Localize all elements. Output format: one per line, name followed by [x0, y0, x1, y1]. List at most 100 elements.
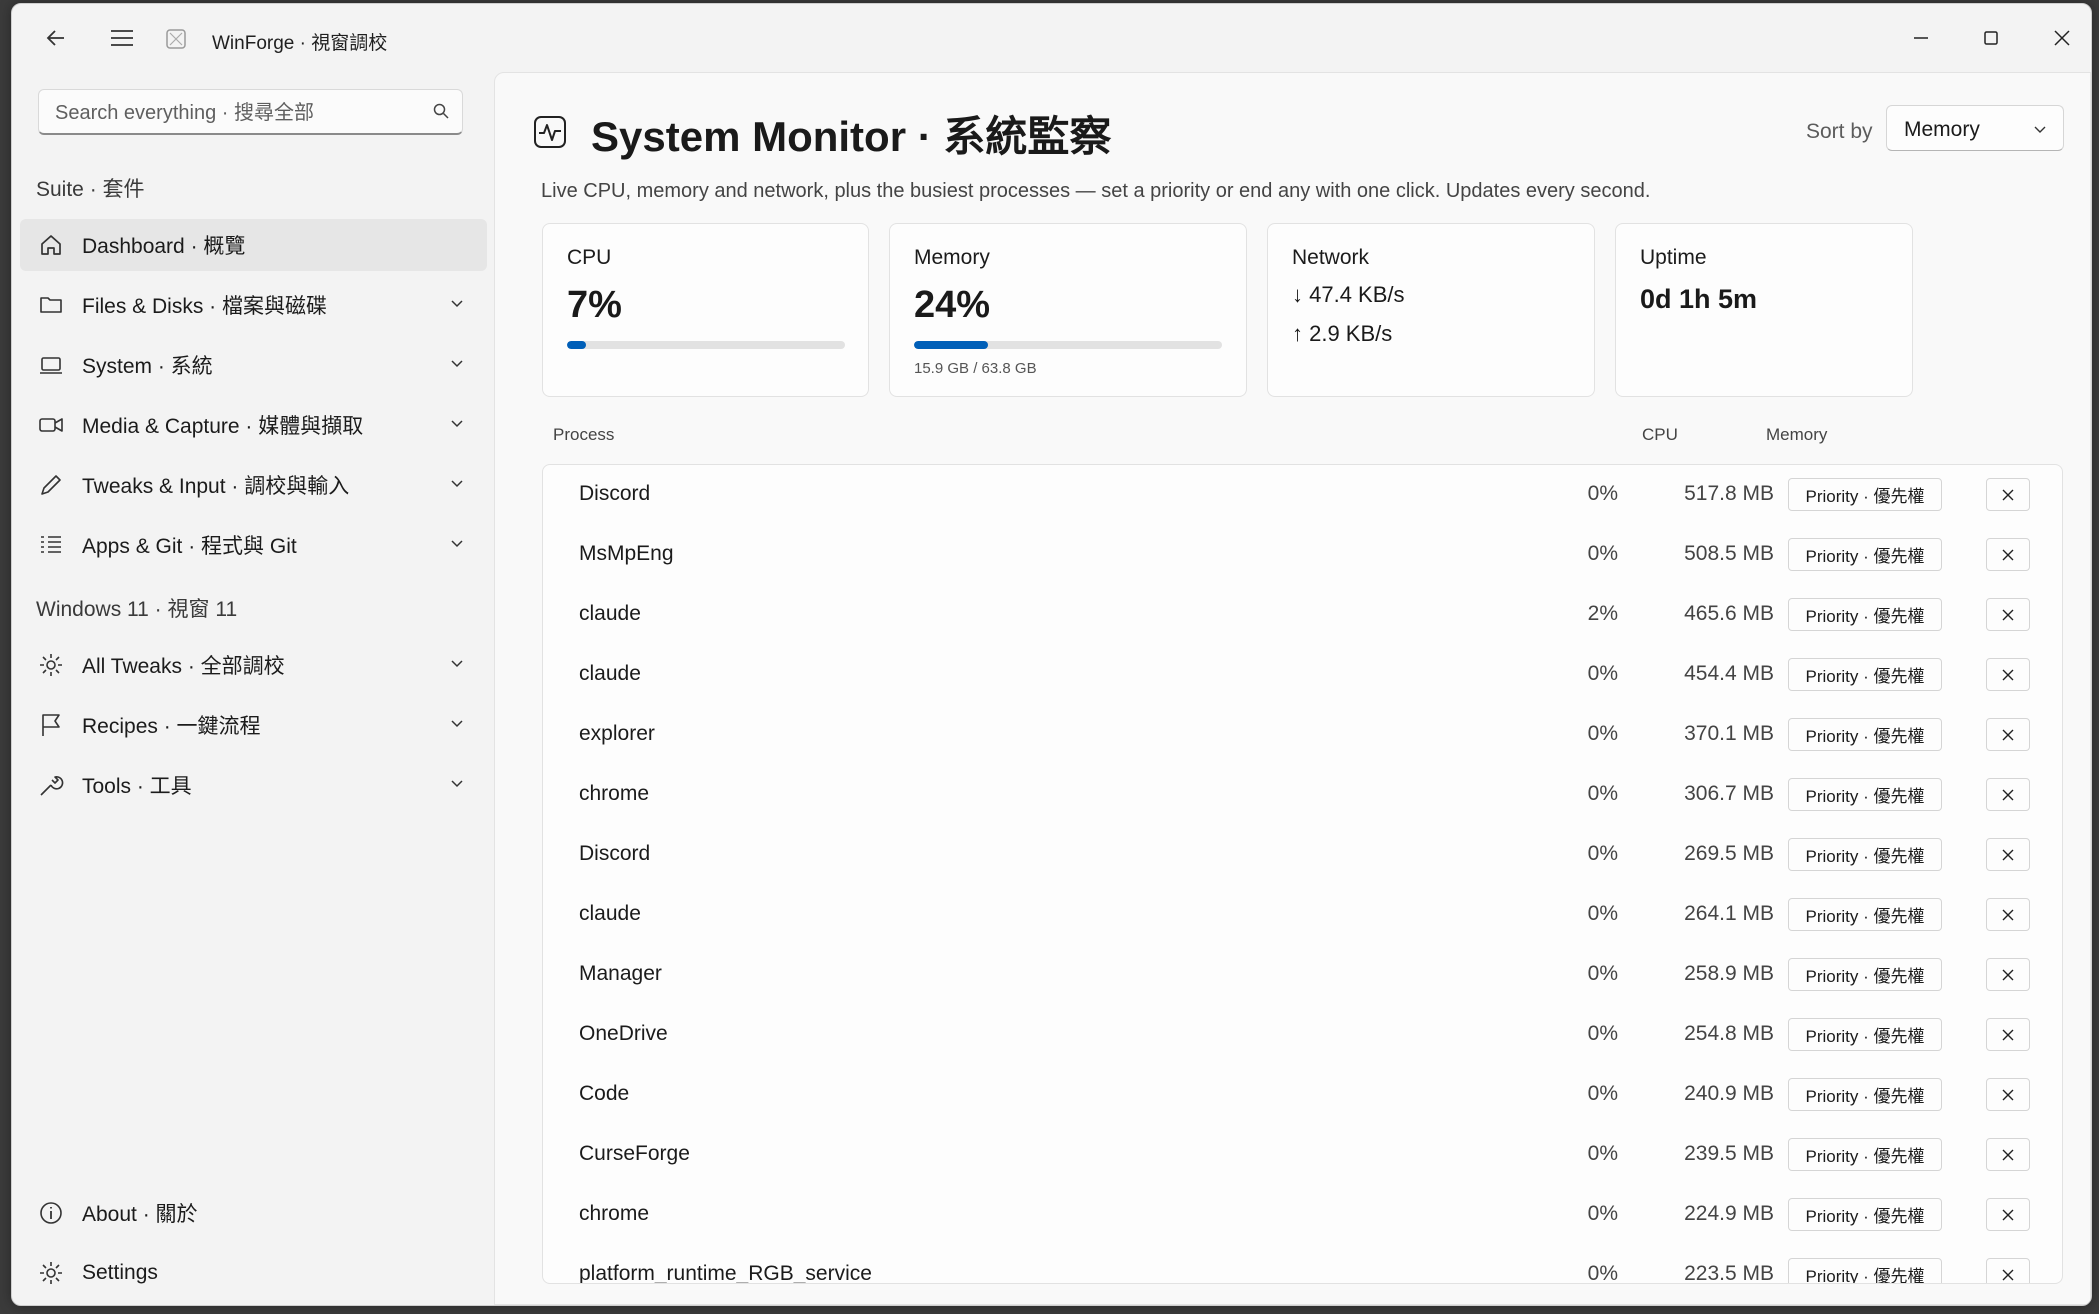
- end-process-button[interactable]: [1986, 598, 2030, 631]
- process-cpu: 0%: [1587, 1022, 1618, 1045]
- end-process-button[interactable]: [1986, 478, 2030, 511]
- table-row: Code 0% 240.9 MB Priority · 優先權: [543, 1065, 2062, 1125]
- cpu-progress-fill: [567, 341, 587, 349]
- column-header-cpu[interactable]: CPU: [1642, 425, 1678, 445]
- uptime-card-label: Uptime: [1640, 246, 1707, 269]
- sidebar-item-label: System · 系統: [82, 355, 213, 378]
- sidebar-item-system[interactable]: System · 系統: [20, 339, 487, 391]
- end-process-button[interactable]: [1986, 1078, 2030, 1111]
- priority-button[interactable]: Priority · 優先權: [1788, 1258, 1942, 1283]
- process-cpu: 0%: [1587, 482, 1618, 505]
- priority-button[interactable]: Priority · 優先權: [1788, 478, 1942, 511]
- sort-by-label: Sort by: [1806, 120, 1873, 143]
- process-name: Discord: [579, 482, 651, 505]
- chevron-down-icon: [451, 300, 463, 308]
- sidebar-item-label: Tweaks & Input · 調校與輸入: [82, 475, 350, 498]
- priority-button[interactable]: Priority · 優先權: [1788, 598, 1942, 631]
- table-row: Manager 0% 258.9 MB Priority · 優先權: [543, 945, 2062, 1005]
- hamburger-icon: [111, 30, 133, 46]
- minimize-button[interactable]: [1886, 12, 1956, 64]
- end-process-button[interactable]: [1986, 838, 2030, 871]
- uptime-card-value: 0d 1h 5m: [1640, 284, 1758, 314]
- close-icon: [2002, 1209, 2014, 1220]
- priority-button[interactable]: Priority · 優先權: [1788, 958, 1942, 991]
- sidebar-item-all-tweaks[interactable]: All Tweaks · 全部調校: [20, 639, 487, 691]
- column-header-memory[interactable]: Memory: [1766, 425, 1827, 445]
- priority-button[interactable]: Priority · 優先權: [1788, 778, 1942, 811]
- sidebar-item-tools[interactable]: Tools · 工具: [20, 759, 487, 811]
- end-process-button[interactable]: [1986, 1018, 2030, 1051]
- close-icon: [2002, 1089, 2014, 1100]
- chevron-down-icon: [451, 660, 463, 668]
- end-process-button[interactable]: [1986, 538, 2030, 571]
- sidebar-item-tweaks-input[interactable]: Tweaks & Input · 調校與輸入: [20, 459, 487, 511]
- process-cpu: 0%: [1587, 542, 1618, 565]
- chevron-down-icon: [451, 780, 463, 788]
- end-process-button[interactable]: [1986, 1198, 2030, 1231]
- sidebar-item-label: All Tweaks · 全部調校: [82, 655, 285, 678]
- priority-button[interactable]: Priority · 優先權: [1788, 838, 1942, 871]
- chevron-down-icon: [451, 540, 463, 548]
- close-window-button[interactable]: [2027, 12, 2091, 64]
- end-process-button[interactable]: [1986, 958, 2030, 991]
- end-process-button[interactable]: [1986, 658, 2030, 691]
- end-process-button[interactable]: [1986, 898, 2030, 931]
- priority-button[interactable]: Priority · 優先權: [1788, 1138, 1942, 1171]
- search-icon[interactable]: [432, 102, 450, 120]
- home-icon: [34, 228, 68, 262]
- end-process-button[interactable]: [1986, 778, 2030, 811]
- end-process-button[interactable]: [1986, 718, 2030, 751]
- sidebar-item-apps-git[interactable]: Apps & Git · 程式與 Git: [20, 519, 487, 571]
- sidebar-item-about[interactable]: About · 關於: [20, 1187, 487, 1239]
- memory-card-value: 24%: [914, 284, 991, 326]
- column-header-process[interactable]: Process: [553, 425, 614, 445]
- table-row: claude 0% 264.1 MB Priority · 優先權: [543, 885, 2062, 945]
- process-memory: 370.1 MB: [1684, 722, 1774, 745]
- table-row: MsMpEng 0% 508.5 MB Priority · 優先權: [543, 525, 2062, 585]
- priority-button[interactable]: Priority · 優先權: [1788, 1018, 1942, 1051]
- process-cpu: 0%: [1587, 1262, 1618, 1284]
- priority-button[interactable]: Priority · 優先權: [1788, 1198, 1942, 1231]
- memory-card-label: Memory: [914, 246, 990, 269]
- priority-button[interactable]: Priority · 優先權: [1788, 1078, 1942, 1111]
- process-name: MsMpEng: [579, 542, 674, 565]
- process-list: Discord 0% 517.8 MB Priority · 優先權 MsMpEng 0%…: [542, 464, 2063, 1284]
- maximize-button[interactable]: [1956, 12, 2026, 64]
- process-memory: 508.5 MB: [1684, 542, 1774, 565]
- close-icon: [2002, 549, 2014, 560]
- back-button[interactable]: [32, 14, 80, 62]
- process-name: chrome: [579, 782, 650, 805]
- sidebar-item-recipes[interactable]: Recipes · 一鍵流程: [20, 699, 487, 751]
- cpu-card-label: CPU: [567, 246, 612, 269]
- table-row: OneDrive 0% 254.8 MB Priority · 優先權: [543, 1005, 2062, 1065]
- sidebar-item-files-disks[interactable]: Files & Disks · 檔案與磁碟: [20, 279, 487, 331]
- priority-button[interactable]: Priority · 優先權: [1788, 718, 1942, 751]
- priority-button[interactable]: Priority · 優先權: [1788, 658, 1942, 691]
- priority-button[interactable]: Priority · 優先權: [1788, 898, 1942, 931]
- pen-icon: [34, 468, 68, 502]
- sidebar-item-media-capture[interactable]: Media & Capture · 媒體與擷取: [20, 399, 487, 451]
- menu-button[interactable]: [98, 14, 146, 62]
- chevron-down-icon: [2034, 126, 2046, 133]
- process-name: claude: [579, 902, 641, 925]
- search-input[interactable]: [53, 98, 417, 128]
- video-icon: [34, 408, 68, 442]
- section-header-suite: Suite · 套件: [36, 178, 145, 201]
- end-process-button[interactable]: [1986, 1258, 2030, 1283]
- chevron-down-icon: [451, 420, 463, 428]
- search-box[interactable]: [38, 89, 463, 135]
- table-row: explorer 0% 370.1 MB Priority · 優先權: [543, 705, 2062, 765]
- chevron-down-icon: [451, 720, 463, 728]
- memory-card: Memory 24% 15.9 GB / 63.8 GB: [889, 223, 1247, 397]
- sort-by-dropdown[interactable]: Memory: [1886, 105, 2064, 151]
- end-process-button[interactable]: [1986, 1138, 2030, 1171]
- sidebar-item-settings[interactable]: Settings: [20, 1247, 487, 1299]
- priority-button[interactable]: Priority · 優先權: [1788, 538, 1942, 571]
- list-icon: [34, 528, 68, 562]
- laptop-icon: [34, 348, 68, 382]
- sidebar-item-dashboard[interactable]: Dashboard · 概覽: [20, 219, 487, 271]
- process-name: Discord: [579, 842, 651, 865]
- gear-icon: [34, 1256, 68, 1290]
- sidebar-item-label: Tools · 工具: [82, 775, 192, 798]
- app-logo-icon: [166, 29, 186, 49]
